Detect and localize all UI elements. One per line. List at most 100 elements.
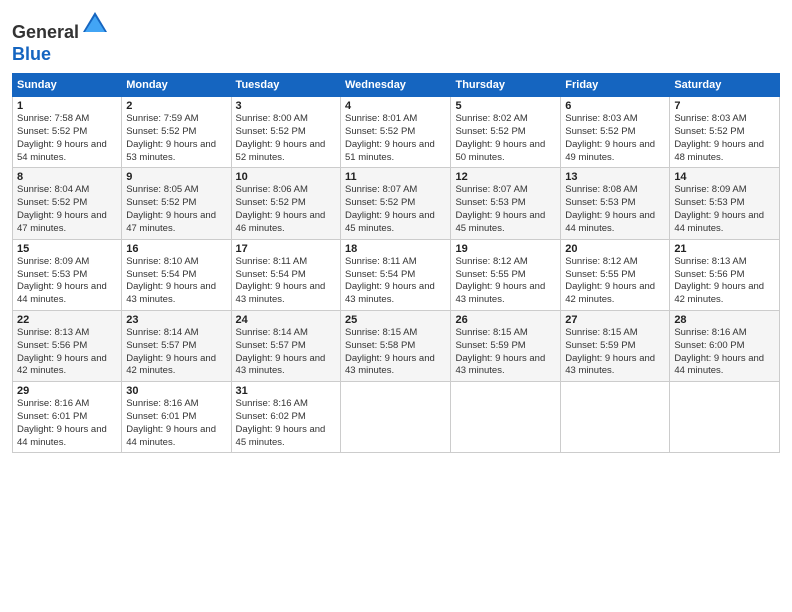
calendar-cell: 28Sunrise: 8:16 AMSunset: 6:00 PMDayligh… bbox=[670, 310, 780, 381]
day-info: Sunrise: 8:10 AMSunset: 5:54 PMDaylight:… bbox=[126, 256, 226, 307]
calendar-cell bbox=[451, 382, 561, 453]
day-number: 30 bbox=[126, 385, 226, 397]
day-number: 26 bbox=[455, 314, 556, 326]
calendar-table: SundayMondayTuesdayWednesdayThursdayFrid… bbox=[12, 73, 780, 453]
calendar-cell: 4Sunrise: 8:01 AMSunset: 5:52 PMDaylight… bbox=[341, 97, 451, 168]
day-number: 6 bbox=[565, 100, 665, 112]
calendar-cell: 23Sunrise: 8:14 AMSunset: 5:57 PMDayligh… bbox=[122, 310, 231, 381]
day-of-week-header: Wednesday bbox=[341, 74, 451, 97]
calendar-week-row: 1Sunrise: 7:58 AMSunset: 5:52 PMDaylight… bbox=[13, 97, 780, 168]
day-info: Sunrise: 8:08 AMSunset: 5:53 PMDaylight:… bbox=[565, 184, 665, 235]
day-of-week-header: Sunday bbox=[13, 74, 122, 97]
day-info: Sunrise: 8:06 AMSunset: 5:52 PMDaylight:… bbox=[236, 184, 336, 235]
day-info: Sunrise: 8:07 AMSunset: 5:52 PMDaylight:… bbox=[345, 184, 446, 235]
calendar-week-row: 8Sunrise: 8:04 AMSunset: 5:52 PMDaylight… bbox=[13, 168, 780, 239]
day-number: 17 bbox=[236, 243, 336, 255]
day-of-week-header: Monday bbox=[122, 74, 231, 97]
calendar-cell: 18Sunrise: 8:11 AMSunset: 5:54 PMDayligh… bbox=[341, 239, 451, 310]
calendar-cell: 3Sunrise: 8:00 AMSunset: 5:52 PMDaylight… bbox=[231, 97, 340, 168]
day-number: 23 bbox=[126, 314, 226, 326]
day-number: 10 bbox=[236, 171, 336, 183]
calendar-week-row: 29Sunrise: 8:16 AMSunset: 6:01 PMDayligh… bbox=[13, 382, 780, 453]
day-info: Sunrise: 8:15 AMSunset: 5:59 PMDaylight:… bbox=[455, 327, 556, 378]
day-info: Sunrise: 8:13 AMSunset: 5:56 PMDaylight:… bbox=[17, 327, 117, 378]
calendar-cell: 9Sunrise: 8:05 AMSunset: 5:52 PMDaylight… bbox=[122, 168, 231, 239]
calendar-cell: 31Sunrise: 8:16 AMSunset: 6:02 PMDayligh… bbox=[231, 382, 340, 453]
logo: General Blue bbox=[12, 10, 109, 65]
day-number: 21 bbox=[674, 243, 775, 255]
day-number: 4 bbox=[345, 100, 446, 112]
day-number: 13 bbox=[565, 171, 665, 183]
day-info: Sunrise: 8:16 AMSunset: 6:02 PMDaylight:… bbox=[236, 398, 336, 449]
calendar-cell: 5Sunrise: 8:02 AMSunset: 5:52 PMDaylight… bbox=[451, 97, 561, 168]
day-number: 29 bbox=[17, 385, 117, 397]
day-info: Sunrise: 7:58 AMSunset: 5:52 PMDaylight:… bbox=[17, 113, 117, 164]
calendar-cell: 20Sunrise: 8:12 AMSunset: 5:55 PMDayligh… bbox=[561, 239, 670, 310]
day-number: 20 bbox=[565, 243, 665, 255]
calendar-cell: 2Sunrise: 7:59 AMSunset: 5:52 PMDaylight… bbox=[122, 97, 231, 168]
day-of-week-header: Tuesday bbox=[231, 74, 340, 97]
logo-blue: Blue bbox=[12, 44, 51, 64]
day-of-week-header: Thursday bbox=[451, 74, 561, 97]
calendar-cell: 17Sunrise: 8:11 AMSunset: 5:54 PMDayligh… bbox=[231, 239, 340, 310]
calendar-cell: 13Sunrise: 8:08 AMSunset: 5:53 PMDayligh… bbox=[561, 168, 670, 239]
calendar-cell: 6Sunrise: 8:03 AMSunset: 5:52 PMDaylight… bbox=[561, 97, 670, 168]
day-number: 11 bbox=[345, 171, 446, 183]
calendar-cell: 26Sunrise: 8:15 AMSunset: 5:59 PMDayligh… bbox=[451, 310, 561, 381]
day-info: Sunrise: 8:09 AMSunset: 5:53 PMDaylight:… bbox=[674, 184, 775, 235]
calendar-cell: 15Sunrise: 8:09 AMSunset: 5:53 PMDayligh… bbox=[13, 239, 122, 310]
day-info: Sunrise: 8:12 AMSunset: 5:55 PMDaylight:… bbox=[565, 256, 665, 307]
calendar-cell: 29Sunrise: 8:16 AMSunset: 6:01 PMDayligh… bbox=[13, 382, 122, 453]
day-info: Sunrise: 8:05 AMSunset: 5:52 PMDaylight:… bbox=[126, 184, 226, 235]
day-number: 1 bbox=[17, 100, 117, 112]
day-number: 16 bbox=[126, 243, 226, 255]
day-number: 24 bbox=[236, 314, 336, 326]
day-info: Sunrise: 8:03 AMSunset: 5:52 PMDaylight:… bbox=[565, 113, 665, 164]
calendar-cell: 24Sunrise: 8:14 AMSunset: 5:57 PMDayligh… bbox=[231, 310, 340, 381]
day-number: 3 bbox=[236, 100, 336, 112]
day-number: 15 bbox=[17, 243, 117, 255]
day-number: 5 bbox=[455, 100, 556, 112]
calendar-cell: 21Sunrise: 8:13 AMSunset: 5:56 PMDayligh… bbox=[670, 239, 780, 310]
day-info: Sunrise: 8:07 AMSunset: 5:53 PMDaylight:… bbox=[455, 184, 556, 235]
calendar-cell: 12Sunrise: 8:07 AMSunset: 5:53 PMDayligh… bbox=[451, 168, 561, 239]
day-of-week-header: Friday bbox=[561, 74, 670, 97]
day-number: 2 bbox=[126, 100, 226, 112]
calendar-container: General Blue SundayMondayTuesdayWednesda… bbox=[0, 0, 792, 461]
day-number: 12 bbox=[455, 171, 556, 183]
day-number: 31 bbox=[236, 385, 336, 397]
logo-text: General Blue bbox=[12, 10, 109, 65]
calendar-cell: 11Sunrise: 8:07 AMSunset: 5:52 PMDayligh… bbox=[341, 168, 451, 239]
calendar-week-row: 15Sunrise: 8:09 AMSunset: 5:53 PMDayligh… bbox=[13, 239, 780, 310]
calendar-cell: 22Sunrise: 8:13 AMSunset: 5:56 PMDayligh… bbox=[13, 310, 122, 381]
day-info: Sunrise: 8:01 AMSunset: 5:52 PMDaylight:… bbox=[345, 113, 446, 164]
calendar-cell bbox=[561, 382, 670, 453]
calendar-cell: 30Sunrise: 8:16 AMSunset: 6:01 PMDayligh… bbox=[122, 382, 231, 453]
header: General Blue bbox=[12, 10, 780, 65]
day-info: Sunrise: 8:00 AMSunset: 5:52 PMDaylight:… bbox=[236, 113, 336, 164]
calendar-week-row: 22Sunrise: 8:13 AMSunset: 5:56 PMDayligh… bbox=[13, 310, 780, 381]
day-number: 25 bbox=[345, 314, 446, 326]
day-number: 19 bbox=[455, 243, 556, 255]
day-info: Sunrise: 8:12 AMSunset: 5:55 PMDaylight:… bbox=[455, 256, 556, 307]
day-info: Sunrise: 8:15 AMSunset: 5:58 PMDaylight:… bbox=[345, 327, 446, 378]
calendar-cell: 16Sunrise: 8:10 AMSunset: 5:54 PMDayligh… bbox=[122, 239, 231, 310]
calendar-cell: 14Sunrise: 8:09 AMSunset: 5:53 PMDayligh… bbox=[670, 168, 780, 239]
day-number: 9 bbox=[126, 171, 226, 183]
day-number: 8 bbox=[17, 171, 117, 183]
day-number: 18 bbox=[345, 243, 446, 255]
day-number: 28 bbox=[674, 314, 775, 326]
calendar-cell: 27Sunrise: 8:15 AMSunset: 5:59 PMDayligh… bbox=[561, 310, 670, 381]
calendar-header-row: SundayMondayTuesdayWednesdayThursdayFrid… bbox=[13, 74, 780, 97]
day-of-week-header: Saturday bbox=[670, 74, 780, 97]
day-info: Sunrise: 8:03 AMSunset: 5:52 PMDaylight:… bbox=[674, 113, 775, 164]
day-number: 14 bbox=[674, 171, 775, 183]
day-info: Sunrise: 8:16 AMSunset: 6:00 PMDaylight:… bbox=[674, 327, 775, 378]
day-info: Sunrise: 8:11 AMSunset: 5:54 PMDaylight:… bbox=[236, 256, 336, 307]
day-number: 27 bbox=[565, 314, 665, 326]
calendar-cell bbox=[341, 382, 451, 453]
day-info: Sunrise: 7:59 AMSunset: 5:52 PMDaylight:… bbox=[126, 113, 226, 164]
logo-icon bbox=[81, 10, 109, 38]
calendar-cell: 19Sunrise: 8:12 AMSunset: 5:55 PMDayligh… bbox=[451, 239, 561, 310]
day-info: Sunrise: 8:16 AMSunset: 6:01 PMDaylight:… bbox=[17, 398, 117, 449]
